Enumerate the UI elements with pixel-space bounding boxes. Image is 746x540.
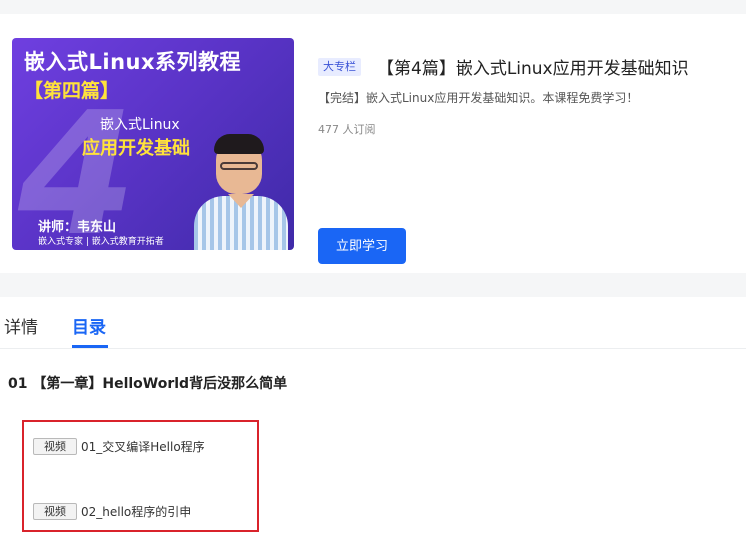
active-tab-indicator bbox=[72, 345, 108, 348]
cover-title: 嵌入式Linux系列教程 bbox=[24, 50, 242, 74]
teacher-glasses bbox=[220, 162, 258, 170]
tab-catalog[interactable]: 目录 bbox=[72, 313, 106, 338]
tab-details[interactable]: 详情 bbox=[4, 313, 38, 338]
cover-tagline: 嵌入式专家 | 嵌入式教育开拓者 bbox=[38, 237, 164, 247]
video-tag: 视频 bbox=[33, 438, 77, 455]
course-header-card: 4 嵌入式Linux系列教程 【第四篇】 嵌入式Linux 应用开发基础 讲师：… bbox=[0, 14, 746, 273]
course-title: 【第4篇】嵌入式Linux应用开发基础知识 bbox=[377, 59, 689, 79]
lesson-item[interactable]: 视频 02_hello程序的引申 bbox=[33, 501, 191, 520]
column-badge: 大专栏 bbox=[318, 58, 361, 76]
course-page: 4 嵌入式Linux系列教程 【第四篇】 嵌入式Linux 应用开发基础 讲师：… bbox=[0, 0, 746, 540]
top-spacer bbox=[0, 0, 746, 14]
tab-bar: 详情 目录 bbox=[0, 297, 746, 349]
lesson-title[interactable]: 01_交叉编译Hello程序 bbox=[81, 438, 205, 455]
cover-subtitle-line1: 嵌入式Linux bbox=[100, 117, 180, 133]
teacher-photo bbox=[188, 130, 294, 250]
chapter-title[interactable]: 01 【第一章】HelloWorld背后没那么简单 bbox=[8, 373, 287, 393]
lesson-item[interactable]: 视频 01_交叉编译Hello程序 bbox=[33, 436, 205, 455]
course-content-card: 详情 目录 01 【第一章】HelloWorld背后没那么简单 视频 01_交叉编… bbox=[0, 297, 746, 540]
course-description: 【完结】嵌入式Linux应用开发基础知识。本课程免费学习！ bbox=[318, 91, 639, 105]
video-tag: 视频 bbox=[33, 503, 77, 520]
cover-teacher: 讲师：韦东山 bbox=[38, 220, 117, 235]
start-learning-button[interactable]: 立即学习 bbox=[318, 228, 406, 264]
subscriber-count: 477 人订阅 bbox=[318, 123, 376, 136]
cover-subtitle-line2: 应用开发基础 bbox=[82, 138, 190, 159]
teacher-hair bbox=[214, 134, 264, 154]
lesson-title[interactable]: 02_hello程序的引申 bbox=[81, 503, 191, 520]
course-cover-image[interactable]: 4 嵌入式Linux系列教程 【第四篇】 嵌入式Linux 应用开发基础 讲师：… bbox=[12, 38, 294, 250]
cover-badge: 【第四篇】 bbox=[24, 80, 120, 102]
